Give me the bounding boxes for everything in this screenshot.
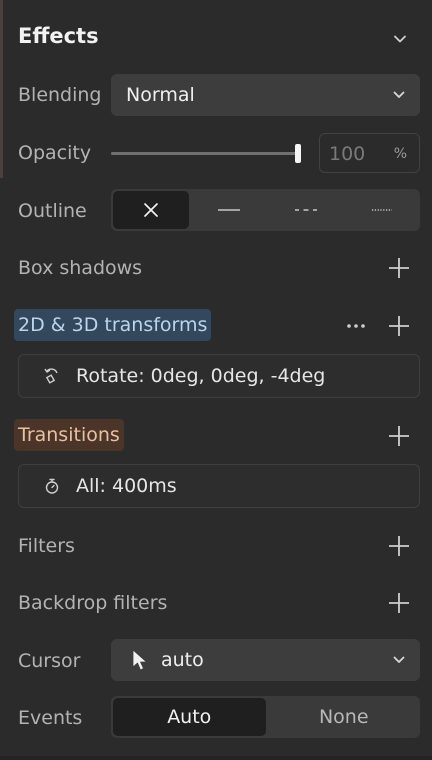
events-label: Events (18, 707, 83, 729)
effects-header[interactable]: Effects (18, 18, 416, 56)
opacity-unit: % (393, 146, 407, 162)
blending-select[interactable]: Normal (111, 74, 420, 116)
effects-panel: Effects Blending Normal Opacity 100 % Ou… (0, 0, 432, 760)
chevron-down-icon (393, 91, 405, 98)
rotate-icon (44, 368, 58, 384)
pointer-cursor-icon (132, 649, 147, 671)
cursor-row: Cursor auto (18, 639, 420, 681)
opacity-value: 100 (329, 143, 366, 165)
panel-edge-strip (0, 0, 3, 178)
transition-item-text: All: 400ms (76, 475, 177, 497)
transforms-label: 2D & 3D transforms (14, 309, 212, 341)
close-icon (144, 203, 158, 217)
stopwatch-icon (45, 478, 59, 494)
outline-dashed-button[interactable] (268, 189, 344, 231)
blending-row: Blending Normal (18, 74, 420, 116)
add-box-shadow-icon[interactable] (388, 257, 410, 279)
box-shadows-label: Box shadows (18, 257, 143, 279)
opacity-label: Opacity (18, 142, 92, 164)
filters-row: Filters (18, 530, 420, 564)
add-backdrop-filter-icon[interactable] (388, 592, 410, 614)
outline-dotted-button[interactable] (344, 189, 420, 231)
opacity-input[interactable]: 100 % (319, 133, 420, 173)
section-title: Effects (18, 24, 99, 48)
transitions-label: Transitions (14, 419, 124, 451)
panel-bottom-divider (0, 756, 432, 760)
box-shadows-row: Box shadows (18, 252, 420, 286)
events-row: Events Auto None (18, 696, 420, 738)
add-transform-icon[interactable] (388, 315, 410, 337)
chevron-down-icon[interactable] (393, 32, 407, 46)
outline-segmented-control (111, 189, 420, 231)
more-options-icon[interactable] (346, 323, 366, 329)
transform-item-text: Rotate: 0deg, 0deg, -4deg (76, 365, 326, 387)
cursor-value: auto (161, 649, 204, 671)
chevron-down-icon (393, 656, 405, 663)
outline-none-button[interactable] (113, 191, 190, 229)
events-segmented-control: Auto None (111, 696, 420, 738)
outline-row: Outline (18, 189, 420, 231)
blending-value: Normal (126, 84, 195, 106)
transforms-list: Rotate: 0deg, 0deg, -4deg (18, 354, 420, 398)
opacity-slider[interactable] (111, 144, 301, 163)
add-transition-icon[interactable] (388, 425, 410, 447)
backdrop-filters-row: Backdrop filters (18, 587, 420, 621)
transforms-row: 2D & 3D transforms (14, 309, 420, 343)
backdrop-filters-label: Backdrop filters (18, 592, 168, 614)
cursor-select[interactable]: auto (111, 639, 420, 681)
blending-label: Blending (18, 84, 102, 106)
events-auto-button[interactable]: Auto (113, 698, 266, 736)
add-filter-icon[interactable] (388, 535, 410, 557)
dashed-line-icon (294, 209, 317, 211)
transitions-list: All: 400ms (18, 464, 420, 508)
transform-item[interactable]: Rotate: 0deg, 0deg, -4deg (18, 354, 420, 398)
events-none-button[interactable]: None (268, 696, 421, 738)
dotted-line-icon (371, 209, 392, 211)
transitions-row: Transitions (14, 419, 420, 453)
solid-line-icon (218, 209, 241, 211)
outline-solid-button[interactable] (191, 189, 267, 231)
transition-item[interactable]: All: 400ms (18, 464, 420, 508)
opacity-row: Opacity 100 % (18, 133, 420, 173)
opacity-slider-thumb[interactable] (295, 144, 301, 163)
cursor-label: Cursor (18, 650, 81, 672)
opacity-slider-fill (111, 152, 298, 155)
filters-label: Filters (18, 535, 75, 557)
outline-label: Outline (18, 200, 87, 222)
